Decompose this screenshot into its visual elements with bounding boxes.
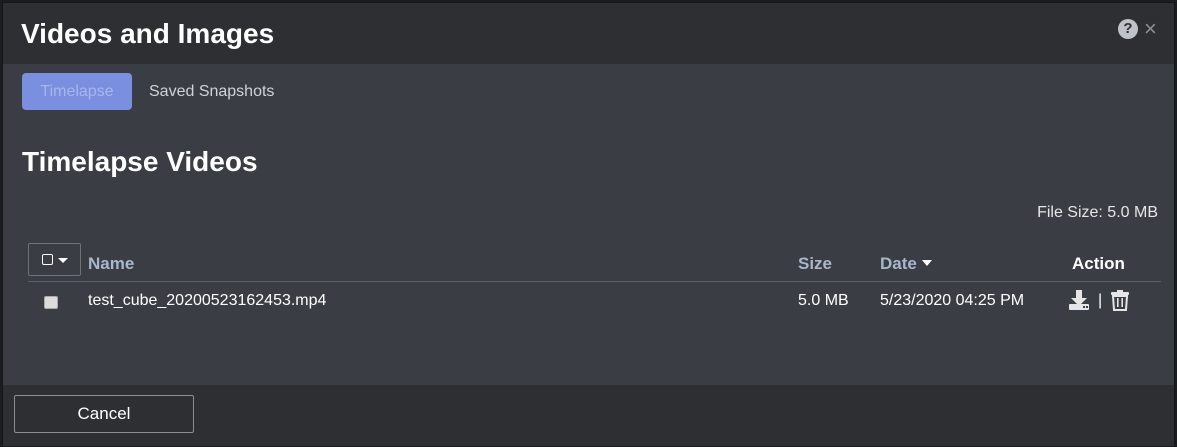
- modal-header: Videos and Images ? ×: [3, 3, 1174, 64]
- column-header-date[interactable]: Date: [880, 254, 932, 274]
- column-header-size-label: Size: [798, 254, 833, 273]
- section-title: Timelapse Videos: [22, 146, 258, 177]
- column-header-name[interactable]: Name: [88, 254, 134, 274]
- column-header-size[interactable]: Size: [798, 254, 832, 274]
- column-header-date-label: Date: [880, 254, 917, 273]
- videos-images-modal: Videos and Images ? × Timelapse Saved Sn…: [2, 2, 1175, 446]
- checkbox-icon: [42, 254, 53, 265]
- row-checkbox[interactable]: [44, 296, 58, 309]
- file-date: 5/23/2020 04:25 PM: [880, 292, 1025, 309]
- cancel-button[interactable]: Cancel: [14, 395, 194, 433]
- column-header-name-label: Name: [88, 254, 135, 273]
- trash-icon[interactable]: [1110, 289, 1130, 311]
- file-name: test_cube_20200523162453.mp4: [88, 292, 327, 309]
- tab-saved-snapshots[interactable]: Saved Snapshots: [135, 73, 288, 110]
- modal-title: Videos and Images: [21, 18, 275, 49]
- table-header: Name Size Date Action: [28, 242, 1161, 282]
- close-icon[interactable]: ×: [1144, 17, 1157, 41]
- download-icon[interactable]: [1068, 289, 1090, 311]
- action-separator: |: [1098, 292, 1103, 309]
- file-size-label: File Size: 5.0 MB: [1037, 204, 1158, 221]
- table-row: test_cube_20200523162453.mp4 5.0 MB 5/23…: [28, 284, 1161, 318]
- sort-desc-icon: [921, 259, 932, 266]
- select-all-dropdown[interactable]: [28, 243, 81, 276]
- tab-timelapse[interactable]: Timelapse: [22, 73, 132, 110]
- file-size: 5.0 MB: [798, 292, 849, 309]
- modal-footer: Cancel: [3, 385, 1174, 446]
- help-icon[interactable]: ?: [1118, 19, 1138, 39]
- column-header-action: Action: [1072, 254, 1125, 273]
- caret-down-icon: [58, 258, 68, 263]
